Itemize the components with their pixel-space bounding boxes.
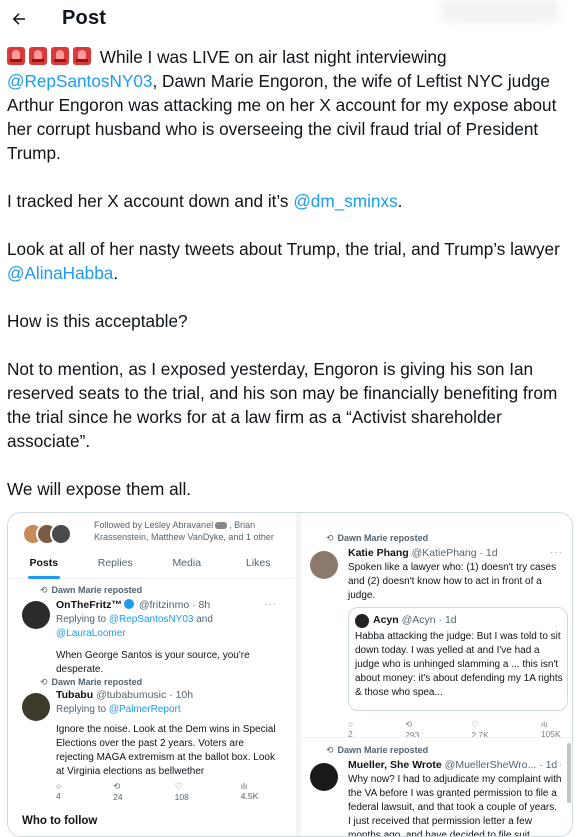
screenshot-right-panel: ⟲ Dawn Marie reposted Katie Phang @KatieP… xyxy=(302,513,572,837)
avatar xyxy=(355,614,369,628)
post-text-segment: . xyxy=(113,263,119,283)
repost-icon: ⟲ xyxy=(405,719,413,729)
tweet-header: Acyn @Acyn · 1d xyxy=(373,614,457,626)
repost-indicator: ⟲ Dawn Marie reposted xyxy=(326,533,429,543)
post-text-segment: I tracked her X account down and it’s xyxy=(7,191,294,211)
views-button[interactable]: ılı 4.5K xyxy=(241,781,285,802)
post-image[interactable]: Followed by Lesley Abravanel, Brian Kras… xyxy=(7,512,573,837)
repost-button[interactable]: ⟲ 24 xyxy=(113,781,148,802)
tab-posts[interactable]: Posts xyxy=(8,549,80,579)
post-paragraph-5: Not to mention, as I exposed yesterday, … xyxy=(7,359,558,451)
tweet-body: Replying to @PalmerReport Ignore the noi… xyxy=(56,704,276,777)
repost-icon: ⟲ xyxy=(40,585,48,595)
back-button[interactable] xyxy=(6,6,32,32)
more-icon[interactable]: ··· xyxy=(550,547,563,558)
reply-button[interactable]: ○ 4 xyxy=(56,781,87,802)
reply-icon: ○ xyxy=(56,781,62,791)
tweet-header: OnTheFritz™ @fritzinmo · 8h xyxy=(56,599,211,611)
avatar xyxy=(310,763,338,791)
more-icon[interactable]: ··· xyxy=(264,599,277,610)
mention-link-dm[interactable]: @dm_sminxs xyxy=(293,191,397,211)
tweet-header: Tubabu @tubabumusic · 10h xyxy=(56,689,194,701)
post-text-segment: While I was LIVE on air last night inter… xyxy=(99,47,447,67)
quoted-tweet[interactable]: Acyn @Acyn · 1d Habba attacking the judg… xyxy=(348,607,568,711)
followed-by-text: Followed by Lesley Abravanel, Brian Kras… xyxy=(94,520,274,542)
more-icon[interactable]: ··· xyxy=(550,759,563,770)
post-paragraph-2: I tracked her X account down and it’s @d… xyxy=(7,189,575,213)
repost-indicator: ⟲ Dawn Marie reposted xyxy=(40,585,143,595)
like-button[interactable]: ♡ 108 xyxy=(175,781,215,802)
avatar xyxy=(310,551,338,579)
panel-divider xyxy=(296,513,301,836)
tweet-body: Spoken like a lawyer who: (1) doesn't tr… xyxy=(348,562,557,601)
views-icon: ılı xyxy=(540,719,548,729)
post-text-segment: Look at all of her nasty tweets about Tr… xyxy=(7,239,560,259)
tweet-header: Katie Phang @KatiePhang · 1d xyxy=(348,547,498,559)
repost-icon: ⟲ xyxy=(326,533,334,543)
siren-icon xyxy=(51,47,69,65)
post-paragraph-4: How is this acceptable? xyxy=(7,311,188,331)
follower-avatars xyxy=(22,523,88,545)
screenshot-left-panel: Followed by Lesley Abravanel, Brian Kras… xyxy=(8,513,317,836)
like-icon: ♡ xyxy=(174,781,183,791)
verified-icon xyxy=(215,522,228,529)
views-icon: ılı xyxy=(240,781,248,791)
verified-icon xyxy=(123,599,134,609)
mention-link-habba[interactable]: @AlinaHabba xyxy=(7,263,113,283)
scrollbar[interactable] xyxy=(567,743,571,803)
like-icon: ♡ xyxy=(471,719,479,729)
repost-indicator: ⟲ Dawn Marie reposted xyxy=(40,677,143,687)
repost-icon: ⟲ xyxy=(40,677,48,687)
siren-icon xyxy=(29,47,47,65)
back-arrow-icon xyxy=(12,13,25,25)
post-paragraph-3: Look at all of her nasty tweets about Tr… xyxy=(7,237,575,285)
repost-icon: ⟲ xyxy=(326,745,334,755)
repost-icon: ⟲ xyxy=(113,781,121,791)
tweet-header: Mueller, She Wrote @MuellerSheWro... · 1… xyxy=(348,759,558,771)
profile-tabs: Posts Replies Media Likes xyxy=(8,549,294,579)
tab-replies[interactable]: Replies xyxy=(80,549,152,578)
tweet-body: Why now? I had to adjudicate my complain… xyxy=(348,774,562,837)
post-paragraph-1: While I was LIVE on air last night inter… xyxy=(7,45,575,165)
top-bar: Post xyxy=(0,0,578,40)
separator xyxy=(302,737,572,738)
tab-media[interactable]: Media xyxy=(151,549,223,578)
reply-icon: ○ xyxy=(348,719,354,729)
tab-likes[interactable]: Likes xyxy=(223,549,295,578)
avatar xyxy=(22,693,50,721)
tweet-body: Replying to @RepSantosNY03 and @LauraLoo… xyxy=(56,614,250,675)
blurred-region xyxy=(440,0,560,22)
post-text: While I was LIVE on air last night inter… xyxy=(7,45,575,501)
page-title: Post xyxy=(62,7,107,29)
post-paragraph-6: We will expose them all. xyxy=(7,479,192,499)
post-text-segment: . xyxy=(397,191,403,211)
who-to-follow-heading: Who to follow xyxy=(22,815,98,827)
repost-indicator: ⟲ Dawn Marie reposted xyxy=(326,745,429,755)
mention-link-santos[interactable]: @RepSantosNY03 xyxy=(7,71,152,91)
siren-icon xyxy=(7,47,25,65)
avatar xyxy=(50,523,72,545)
avatar xyxy=(22,601,50,629)
siren-icon xyxy=(73,47,91,65)
tweet-body: Habba attacking the judge: But I was tol… xyxy=(355,631,563,698)
